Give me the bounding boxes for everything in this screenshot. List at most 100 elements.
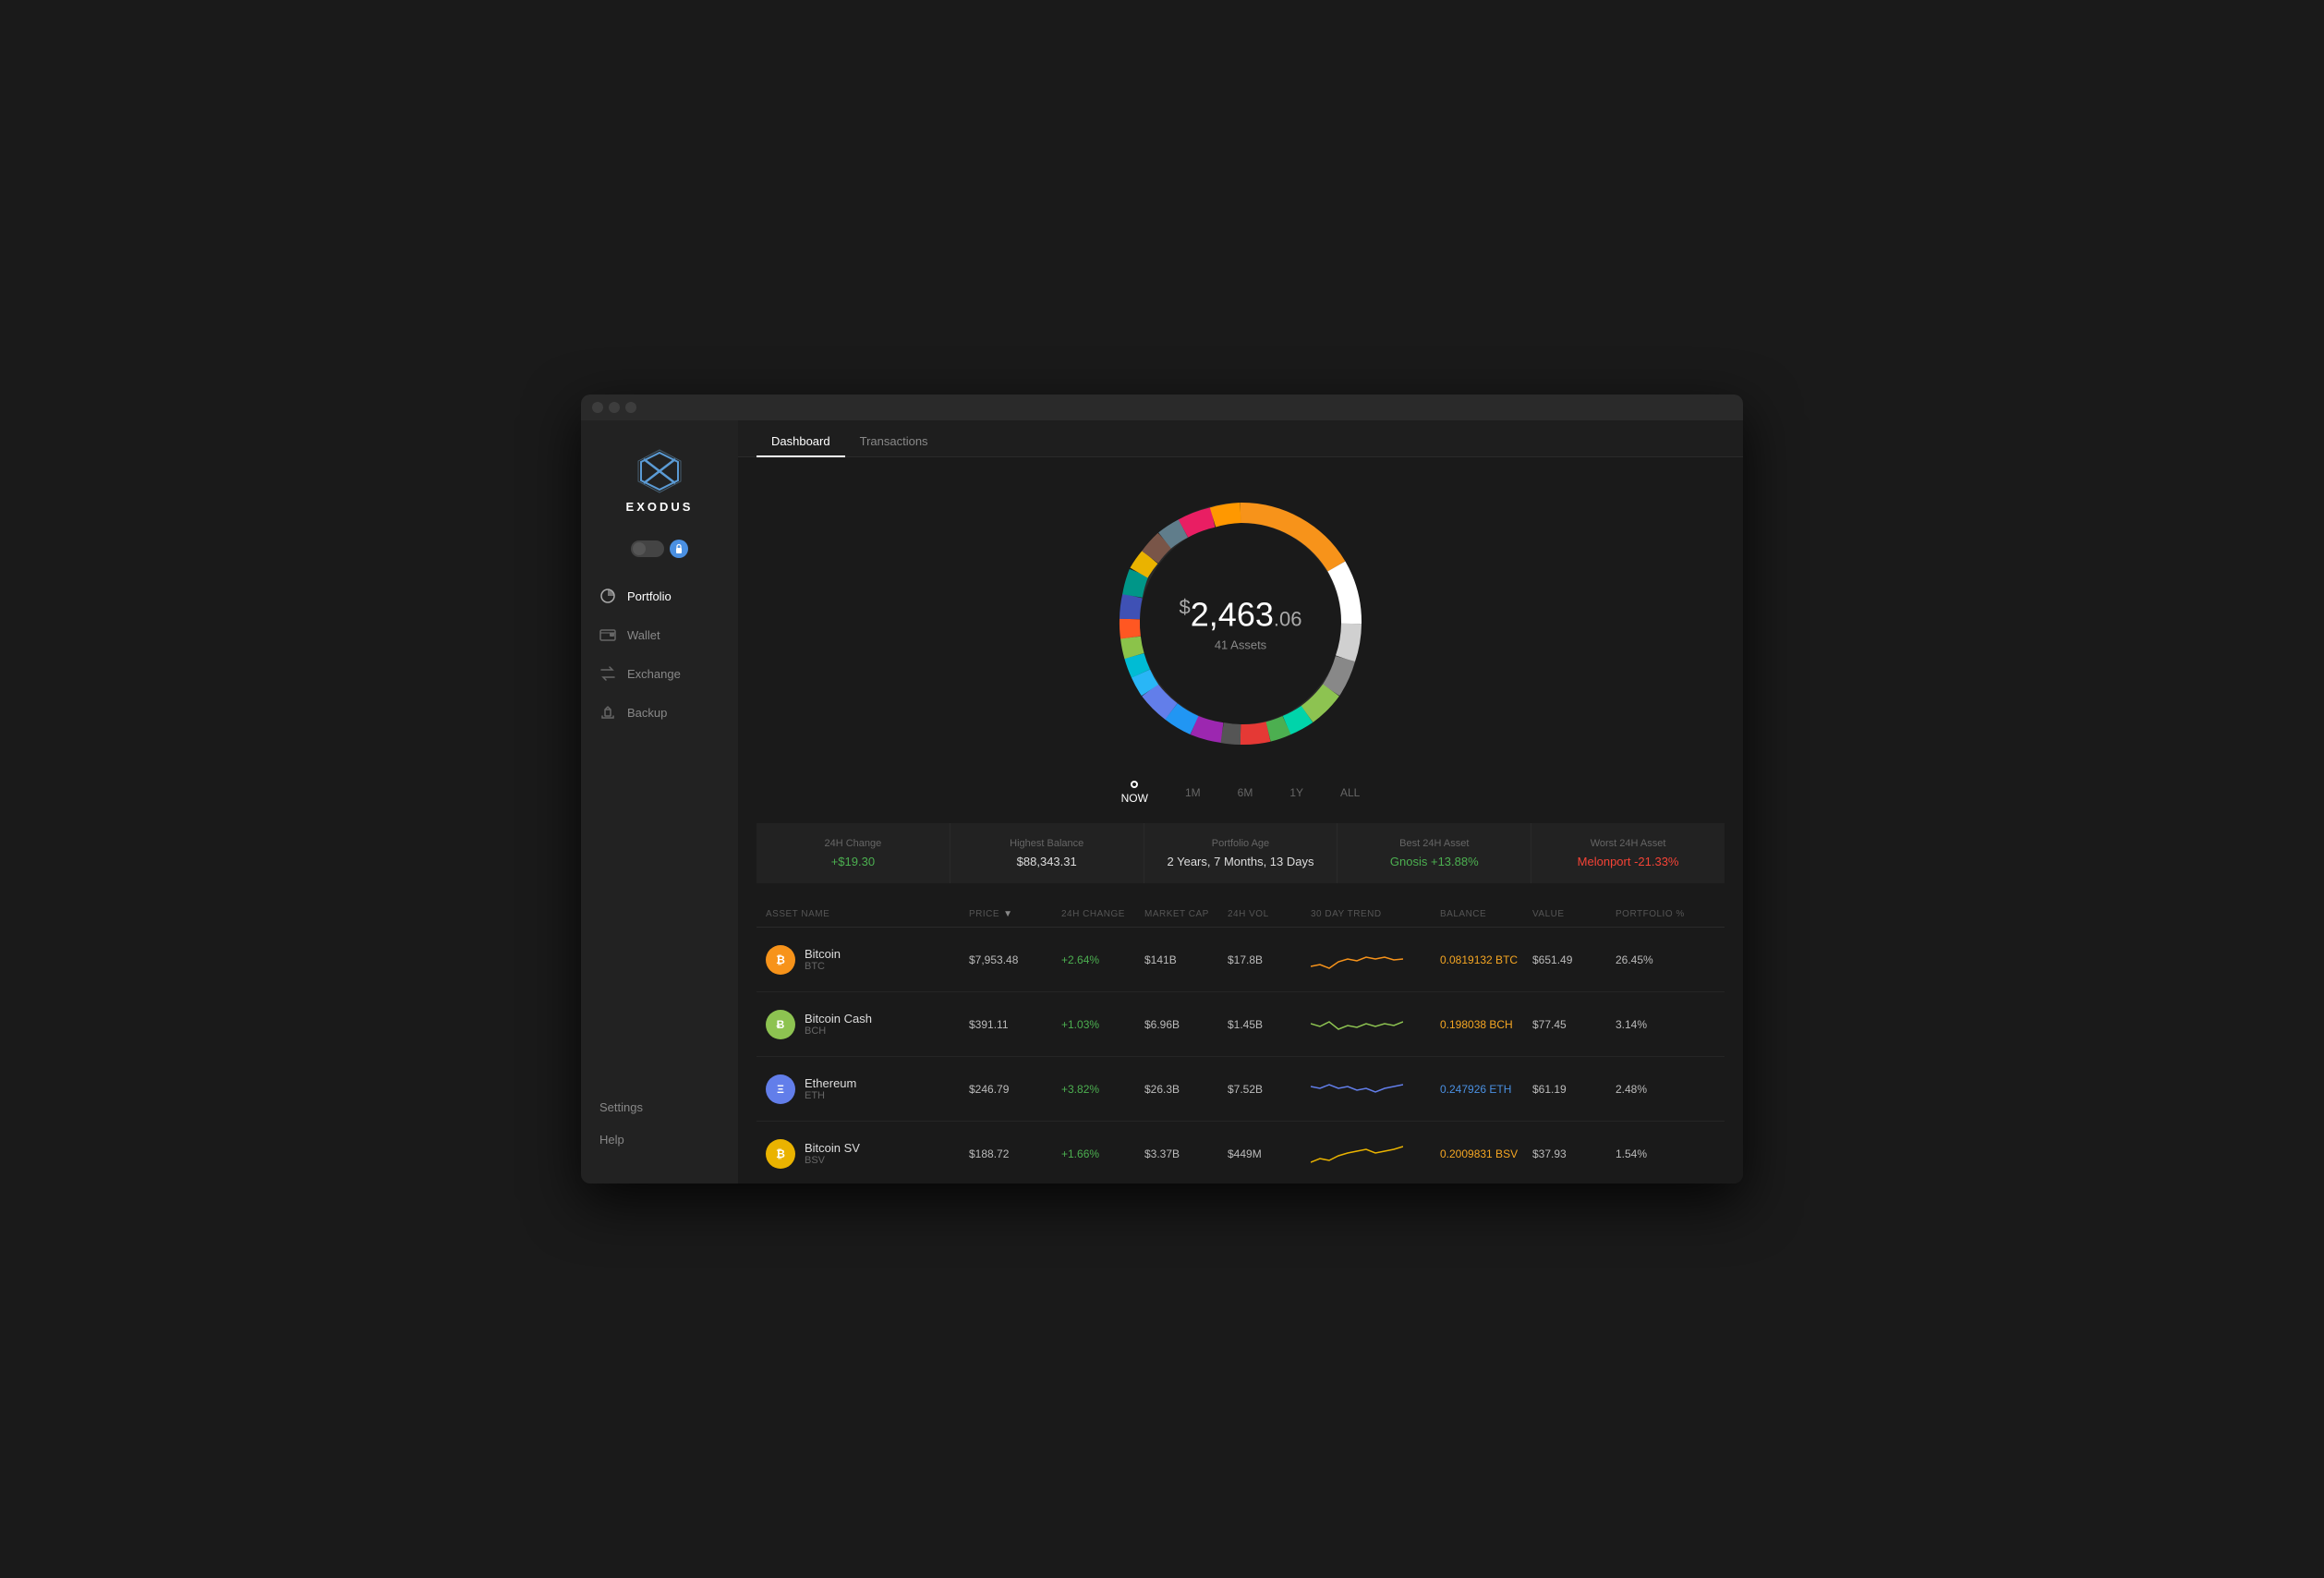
btc-balance: 0.0819132 BTC	[1440, 953, 1532, 966]
tab-dashboard[interactable]: Dashboard	[757, 427, 845, 457]
time-selector: NOW 1M 6M 1Y ALL	[1121, 781, 1361, 805]
col-vol: 24H VOL	[1228, 909, 1311, 919]
bch-sparkline	[1311, 1003, 1440, 1045]
btc-change: +2.64%	[1061, 953, 1144, 966]
bch-value: $77.45	[1532, 1018, 1616, 1031]
sidebar-item-exchange-label: Exchange	[627, 667, 681, 681]
donut-center: $2,463.06 41 Assets	[1180, 596, 1302, 652]
stat-24h-change: 24H Change +$19.30	[757, 823, 950, 883]
eth-change: +3.82%	[1061, 1083, 1144, 1096]
col-change: 24H CHANGE	[1061, 909, 1144, 919]
maximize-button[interactable]	[625, 402, 636, 413]
lock-icon	[670, 540, 688, 558]
eth-icon: Ξ	[766, 1074, 795, 1104]
bch-balance: 0.198038 BCH	[1440, 1018, 1532, 1031]
lock-toggle[interactable]	[581, 540, 738, 558]
exodus-logo-icon	[636, 448, 683, 494]
eth-name: Ethereum	[805, 1076, 856, 1090]
help-link[interactable]: Help	[581, 1123, 738, 1156]
stat-portfolio-age: Portfolio Age 2 Years, 7 Months, 13 Days	[1144, 823, 1338, 883]
col-price[interactable]: PRICE ▼	[969, 909, 1061, 919]
main-content: Dashboard Transactions	[738, 420, 1743, 1184]
col-marketcap: MARKET CAP	[1144, 909, 1228, 919]
stat-highest-balance: Highest Balance $88,343.31	[950, 823, 1144, 883]
logo-area: EXODUS	[581, 439, 738, 532]
bch-price: $391.11	[969, 1018, 1061, 1031]
bsv-price: $188.72	[969, 1147, 1061, 1160]
stat-highest-value: $88,343.31	[969, 855, 1125, 868]
bsv-vol: $449M	[1228, 1147, 1311, 1160]
time-6m[interactable]: 6M	[1238, 786, 1253, 799]
bch-vol: $1.45B	[1228, 1018, 1311, 1031]
btc-name: Bitcoin	[805, 947, 841, 961]
asset-info-btc: ₿ Bitcoin BTC	[766, 945, 969, 975]
sidebar-item-backup-label: Backup	[627, 706, 667, 720]
col-value: VALUE	[1532, 909, 1616, 919]
bsv-name: Bitcoin SV	[805, 1141, 860, 1155]
col-portfolio: PORTFOLIO %	[1616, 909, 1699, 919]
stat-age-value: 2 Years, 7 Months, 13 Days	[1163, 855, 1319, 868]
time-all[interactable]: ALL	[1340, 786, 1360, 799]
sidebar-item-exchange[interactable]: Exchange	[581, 654, 738, 693]
sidebar-item-portfolio[interactable]: Portfolio	[581, 577, 738, 615]
bsv-ticker: BSV	[805, 1155, 860, 1166]
sidebar-item-portfolio-label: Portfolio	[627, 589, 672, 603]
table-row[interactable]: Ξ Ethereum ETH $246.79 +3.82% $26.3B $7.…	[757, 1057, 1725, 1122]
stat-24h-change-label: 24H Change	[775, 838, 931, 849]
sidebar-item-wallet[interactable]: Wallet	[581, 615, 738, 654]
stat-worst-label: Worst 24H Asset	[1550, 838, 1706, 849]
sidebar-item-backup[interactable]: Backup	[581, 693, 738, 732]
stat-age-label: Portfolio Age	[1163, 838, 1319, 849]
bch-portfolio: 3.14%	[1616, 1018, 1699, 1031]
eth-price: $246.79	[969, 1083, 1061, 1096]
logo-text: EXODUS	[626, 500, 694, 514]
time-1y[interactable]: 1Y	[1289, 786, 1303, 799]
stat-best-asset: Best 24H Asset Gnosis +13.88%	[1338, 823, 1531, 883]
settings-link[interactable]: Settings	[581, 1091, 738, 1123]
stats-row: 24H Change +$19.30 Highest Balance $88,3…	[757, 823, 1725, 883]
toggle-knob	[633, 542, 646, 555]
total-value: 2,463	[1191, 596, 1274, 634]
stat-worst-value: Melonport -21.33%	[1550, 855, 1706, 868]
bsv-portfolio: 1.54%	[1616, 1147, 1699, 1160]
now-dot	[1131, 781, 1138, 788]
table-row[interactable]: Ƀ Bitcoin Cash BCH $391.11 +1.03% $6.96B…	[757, 992, 1725, 1057]
col-balance: BALANCE	[1440, 909, 1532, 919]
eth-marketcap: $26.3B	[1144, 1083, 1228, 1096]
btc-sparkline	[1311, 939, 1440, 980]
time-now[interactable]: NOW	[1121, 781, 1148, 805]
bsv-sparkline	[1311, 1133, 1440, 1174]
assets-count: 41 Assets	[1180, 638, 1302, 652]
bch-icon: Ƀ	[766, 1010, 795, 1039]
asset-info-bsv: ₿ Bitcoin SV BSV	[766, 1139, 969, 1169]
close-button[interactable]	[592, 402, 603, 413]
table-header: ASSET NAME PRICE ▼ 24H CHANGE MARKET CAP…	[757, 902, 1725, 928]
btc-portfolio: 26.45%	[1616, 953, 1699, 966]
portfolio-total: $2,463.06	[1180, 596, 1302, 635]
asset-info-eth: Ξ Ethereum ETH	[766, 1074, 969, 1104]
btc-marketcap: $141B	[1144, 953, 1228, 966]
app-window: EXODUS	[581, 394, 1743, 1184]
sidebar-bottom: Settings Help	[581, 1082, 738, 1165]
stat-best-label: Best 24H Asset	[1356, 838, 1512, 849]
asset-table: ASSET NAME PRICE ▼ 24H CHANGE MARKET CAP…	[757, 902, 1725, 1184]
traffic-lights	[592, 402, 636, 413]
chart-section: $2,463.06 41 Assets NOW 1M 6M 1Y	[757, 476, 1725, 805]
time-1m[interactable]: 1M	[1185, 786, 1201, 799]
bch-ticker: BCH	[805, 1026, 872, 1037]
tab-bar: Dashboard Transactions	[738, 420, 1743, 457]
bsv-marketcap: $3.37B	[1144, 1147, 1228, 1160]
sidebar-item-wallet-label: Wallet	[627, 628, 660, 642]
btc-ticker: BTC	[805, 961, 841, 972]
eth-vol: $7.52B	[1228, 1083, 1311, 1096]
btc-value: $651.49	[1532, 953, 1616, 966]
eth-portfolio: 2.48%	[1616, 1083, 1699, 1096]
table-row[interactable]: ₿ Bitcoin BTC $7,953.48 +2.64% $141B $17…	[757, 928, 1725, 992]
titlebar	[581, 394, 1743, 420]
bsv-icon: ₿	[766, 1139, 795, 1169]
table-row[interactable]: ₿ Bitcoin SV BSV $188.72 +1.66% $3.37B $…	[757, 1122, 1725, 1184]
minimize-button[interactable]	[609, 402, 620, 413]
tab-transactions[interactable]: Transactions	[845, 427, 943, 457]
total-cents: .06	[1274, 608, 1302, 631]
eth-sparkline	[1311, 1068, 1440, 1110]
